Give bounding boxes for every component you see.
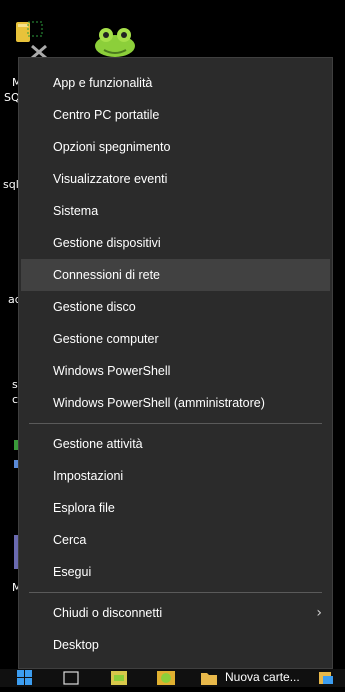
app-taskbar-icon[interactable] (108, 669, 130, 687)
menu-item-windows-powershell-admin[interactable]: Windows PowerShell (amministratore) (19, 387, 332, 419)
frog-icon[interactable] (92, 24, 138, 60)
menu-item-chiudi-o-disconnetti[interactable]: Chiudi o disconnetti › (19, 597, 332, 629)
menu-item-gestione-disco[interactable]: Gestione disco (19, 291, 332, 323)
menu-item-desktop[interactable]: Desktop (19, 629, 332, 661)
frog-taskbar-icon[interactable] (155, 669, 177, 687)
menu-item-label: Chiudi o disconnetti (53, 606, 163, 620)
menu-item-impostazioni[interactable]: Impostazioni (19, 460, 332, 492)
menu-item-connessioni-di-rete[interactable]: Connessioni di rete (21, 259, 330, 291)
windows-start-icon[interactable] (15, 669, 35, 687)
menu-item-gestione-attivita[interactable]: Gestione attività (19, 428, 332, 460)
menu-item-cerca[interactable]: Cerca (19, 524, 332, 556)
menu-item-opzioni-spegnimento[interactable]: Opzioni spegnimento (19, 131, 332, 163)
desktop-label-5: s (12, 378, 18, 391)
chevron-right-icon: › (316, 605, 322, 621)
menu-separator (29, 423, 322, 424)
menu-item-windows-powershell[interactable]: Windows PowerShell (19, 355, 332, 387)
menu-separator (29, 592, 322, 593)
menu-item-gestione-dispositivi[interactable]: Gestione dispositivi (19, 227, 332, 259)
menu-item-centro-pc-portatile[interactable]: Centro PC portatile (19, 99, 332, 131)
start-context-menu: App e funzionalità Centro PC portatile O… (18, 57, 333, 669)
folder-icon[interactable] (200, 670, 218, 686)
taskbar: Nuova carte... (0, 669, 345, 687)
menu-item-esegui[interactable]: Esegui (19, 556, 332, 588)
menu-item-gestione-computer[interactable]: Gestione computer (19, 323, 332, 355)
taskbar-edge-icon[interactable] (318, 670, 334, 686)
desktop-label-3: sql (3, 178, 19, 191)
menu-item-app-e-funzionalita[interactable]: App e funzionalità (19, 67, 332, 99)
task-view-icon[interactable] (62, 669, 80, 687)
menu-item-visualizzatore-eventi[interactable]: Visualizzatore eventi (19, 163, 332, 195)
menu-item-sistema[interactable]: Sistema (19, 195, 332, 227)
menu-item-esplora-file[interactable]: Esplora file (19, 492, 332, 524)
taskbar-folder-label[interactable]: Nuova carte... (225, 670, 300, 684)
